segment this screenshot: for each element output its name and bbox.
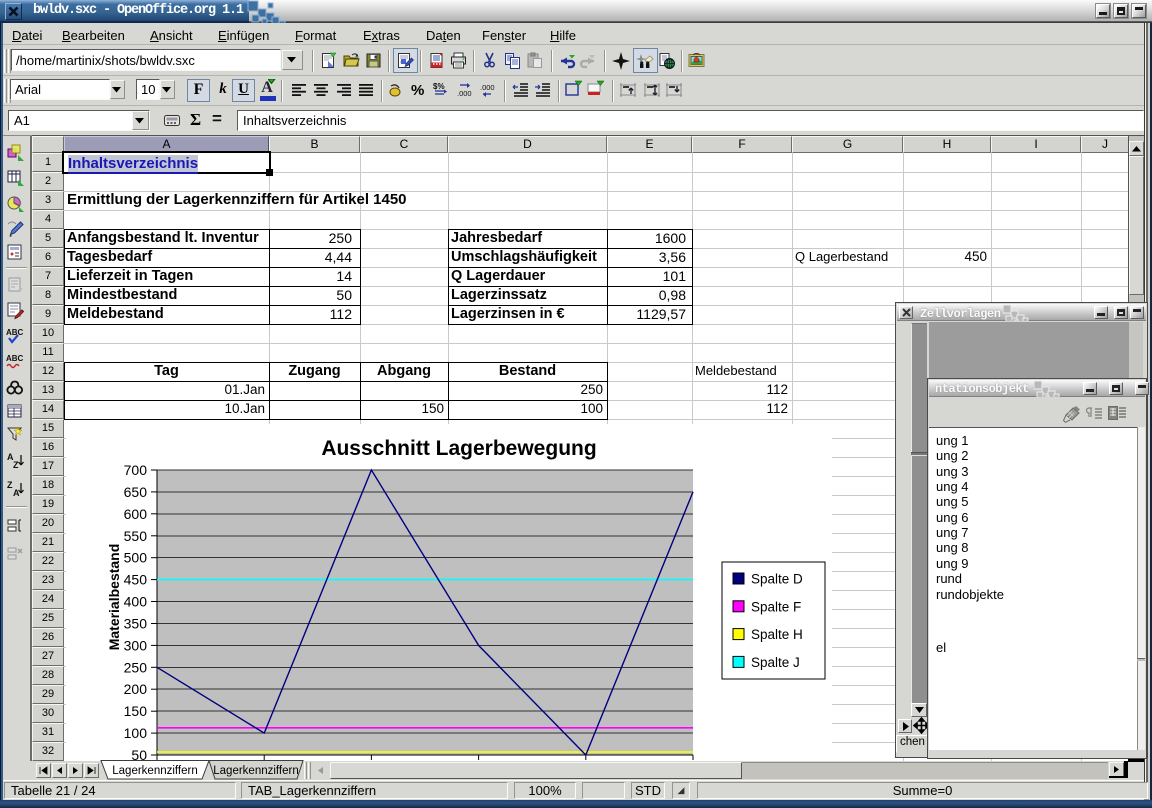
svg-text:Z: Z <box>13 460 19 470</box>
svg-text:550: 550 <box>124 528 148 544</box>
svg-text:Lagerkennziffern: Lagerkennziffern <box>213 765 298 777</box>
svg-text:.000: .000 <box>480 83 495 92</box>
svg-text:A: A <box>13 488 20 498</box>
svg-text:Materialbestand: Materialbestand <box>106 544 122 651</box>
svg-text:450: 450 <box>124 572 148 588</box>
svg-text:$%: $% <box>433 82 445 91</box>
svg-text:ABC: ABC <box>6 328 24 337</box>
svg-text:50: 50 <box>131 747 147 761</box>
svg-text:350: 350 <box>124 616 148 632</box>
svg-text:Lagerkennziffern: Lagerkennziffern <box>112 765 197 777</box>
svg-text:600: 600 <box>124 506 148 522</box>
svg-text:700: 700 <box>124 462 148 478</box>
svg-text:.000: .000 <box>457 89 472 98</box>
svg-text:400: 400 <box>124 594 148 610</box>
svg-text:100: 100 <box>124 725 148 741</box>
svg-text:150: 150 <box>124 703 148 719</box>
svg-text:250: 250 <box>124 659 148 675</box>
svg-text:Spalte D: Spalte D <box>751 572 803 587</box>
svg-text:Spalte J: Spalte J <box>751 655 800 670</box>
svg-text:ABC: ABC <box>6 354 24 363</box>
svg-text:200: 200 <box>124 681 148 697</box>
svg-text:500: 500 <box>124 550 148 566</box>
svg-text:Spalte F: Spalte F <box>751 599 801 614</box>
svg-text:Spalte H: Spalte H <box>751 627 803 642</box>
svg-text:300: 300 <box>124 637 148 653</box>
svg-text:Ausschnitt Lagerbewegung: Ausschnitt Lagerbewegung <box>321 437 596 460</box>
svg-text:650: 650 <box>124 484 148 500</box>
